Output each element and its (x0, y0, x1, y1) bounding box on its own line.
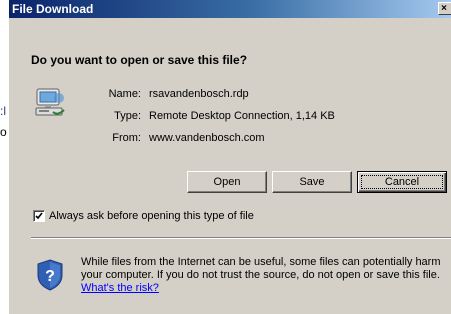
file-download-dialog: File Download × Do you want to open or s… (8, 0, 451, 314)
type-value: Remote Desktop Connection, 1,14 KB (149, 110, 335, 122)
open-button-label: Open (213, 176, 241, 188)
open-button[interactable]: Open (187, 171, 267, 193)
file-type-row: Type: Remote Desktop Connection, 1,14 KB (9, 110, 451, 124)
close-icon: × (441, 3, 447, 14)
always-ask-label[interactable]: Always ask before opening this type of f… (49, 210, 254, 222)
title-bar[interactable]: File Download × (9, 0, 451, 18)
whats-the-risk-link[interactable]: What's the risk? (81, 282, 159, 294)
warning-text: While files from the Internet can be use… (81, 256, 441, 281)
type-label: Type: (114, 110, 141, 122)
checkmark-icon (35, 212, 43, 220)
from-label: From: (112, 132, 141, 144)
dialog-title: File Download (12, 2, 94, 16)
always-ask-checkbox[interactable] (33, 210, 45, 222)
cancel-button-label: Cancel (384, 176, 420, 188)
svg-text:?: ? (45, 268, 55, 285)
close-button[interactable]: × (438, 2, 451, 15)
name-label: Name: (108, 88, 141, 100)
cancel-button[interactable]: Cancel (357, 171, 447, 193)
file-name-row: Name: rsavandenbosch.rdp (9, 88, 451, 102)
background-text-fragment: o (0, 125, 7, 139)
save-button[interactable]: Save (272, 171, 352, 193)
file-source-row: From: www.vandenbosch.com (9, 132, 451, 146)
background-text-fragment: :l (0, 104, 6, 118)
save-button-label: Save (299, 176, 325, 188)
from-value: www.vandenbosch.com (149, 132, 265, 144)
security-warning: While files from the Internet can be use… (81, 256, 451, 295)
dialog-question: Do you want to open or save this file? (31, 53, 248, 67)
shield-question-icon: ? (35, 258, 65, 292)
name-value: rsavandenbosch.rdp (149, 88, 249, 100)
divider (31, 237, 451, 239)
